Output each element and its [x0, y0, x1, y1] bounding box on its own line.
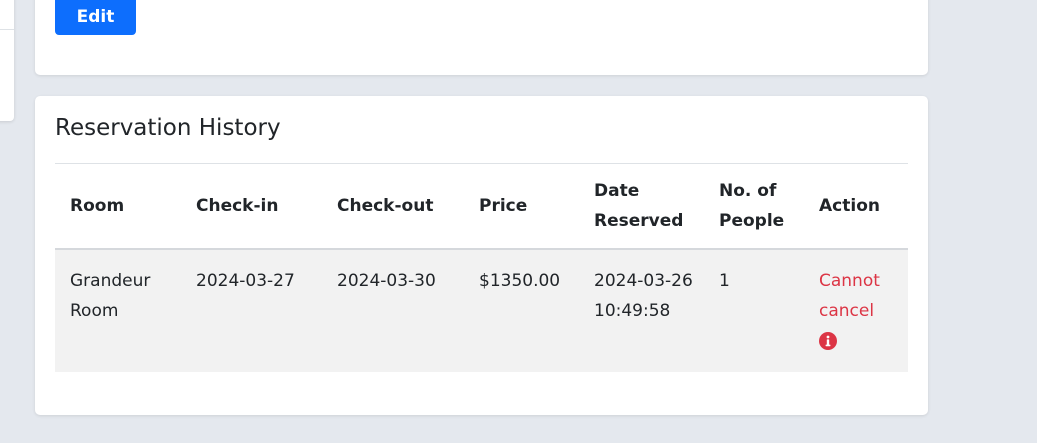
cell-room: Grandeur Room	[55, 249, 181, 372]
table-row: Grandeur Room 2024-03-27 2024-03-30 $135…	[55, 249, 908, 372]
column-header-date-reserved: Date Reserved	[579, 164, 704, 250]
column-header-people: No. of People	[704, 164, 804, 250]
cell-action: Cannot cancel	[804, 249, 908, 372]
reservation-history-card: Reservation History Room Check-in Check-…	[35, 96, 928, 415]
table-header-row: Room Check-in Check-out Price Date Reser…	[55, 164, 908, 250]
side-panel-divider	[0, 29, 14, 30]
column-header-action: Action	[804, 164, 908, 250]
cell-date-reserved: 2024-03-26 10:49:58	[579, 249, 704, 372]
reservation-table: Room Check-in Check-out Price Date Reser…	[55, 164, 908, 372]
cell-price: $1350.00	[464, 249, 579, 372]
column-header-price: Price	[464, 164, 579, 250]
reservation-history-title: Reservation History	[55, 115, 281, 141]
profile-card: Edit	[35, 0, 928, 75]
info-circle-icon[interactable]	[819, 330, 837, 350]
cell-people: 1	[704, 249, 804, 372]
column-header-check-out: Check-out	[322, 164, 464, 250]
edit-button[interactable]: Edit	[55, 0, 136, 35]
cell-check-in: 2024-03-27	[181, 249, 322, 372]
cannot-cancel-text: Cannot cancel	[819, 271, 880, 321]
cell-check-out: 2024-03-30	[322, 249, 464, 372]
column-header-room: Room	[55, 164, 181, 250]
column-header-check-in: Check-in	[181, 164, 322, 250]
side-panel	[0, 0, 14, 121]
